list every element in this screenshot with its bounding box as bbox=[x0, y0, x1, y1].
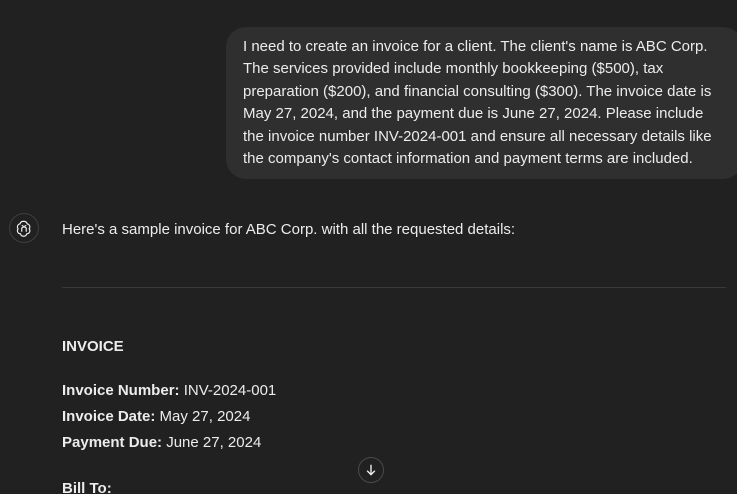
invoice-date-label: Invoice Date: bbox=[62, 408, 156, 425]
assistant-intro-text: Here's a sample invoice for ABC Corp. wi… bbox=[62, 221, 516, 238]
user-message-text: I need to create an invoice for a client… bbox=[243, 38, 712, 168]
invoice-date-line: Invoice Date: May 27, 2024 bbox=[62, 406, 250, 428]
invoice-heading: INVOICE bbox=[62, 338, 124, 355]
divider bbox=[62, 287, 726, 288]
chat-page: I need to create an invoice for a client… bbox=[0, 0, 737, 494]
arrow-down-icon bbox=[366, 464, 376, 476]
invoice-number-label: Invoice Number: bbox=[62, 382, 180, 399]
bill-to-line: Bill To: bbox=[62, 478, 112, 494]
user-message-bubble: I need to create an invoice for a client… bbox=[226, 27, 737, 180]
invoice-date-value: May 27, 2024 bbox=[159, 408, 251, 425]
scroll-to-bottom-button[interactable] bbox=[358, 457, 384, 483]
payment-due-value: June 27, 2024 bbox=[166, 434, 262, 451]
payment-due-line: Payment Due: June 27, 2024 bbox=[62, 432, 261, 454]
payment-due-label: Payment Due: bbox=[62, 434, 163, 451]
invoice-number-line: Invoice Number: INV-2024-001 bbox=[62, 380, 276, 402]
openai-logo-icon bbox=[16, 220, 31, 237]
assistant-avatar bbox=[9, 213, 39, 243]
bill-to-label: Bill To: bbox=[62, 480, 112, 494]
invoice-number-value: INV-2024-001 bbox=[183, 382, 277, 399]
